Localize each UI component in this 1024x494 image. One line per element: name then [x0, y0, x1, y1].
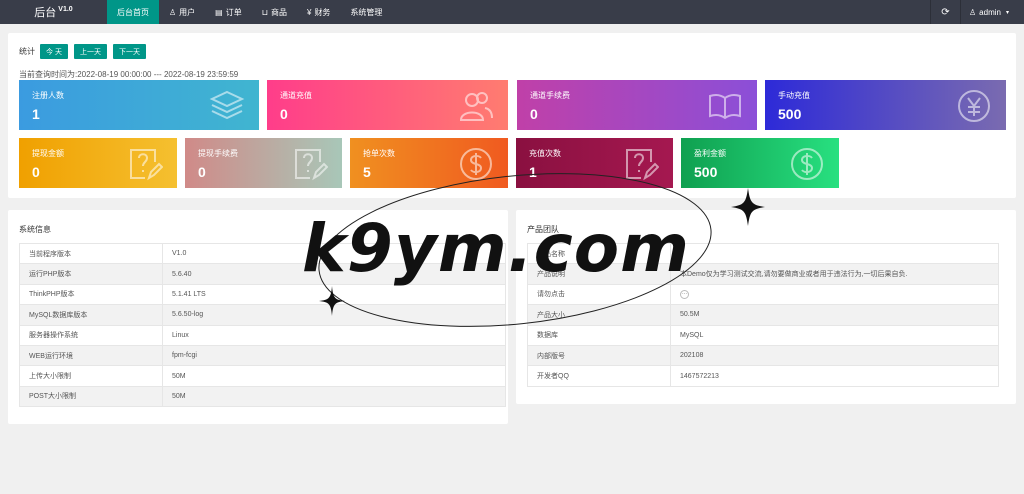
cart-icon: ⊔: [261, 7, 268, 17]
username: admin: [979, 7, 1001, 17]
tile-label: 盈利金额: [694, 149, 726, 158]
layers-icon: [209, 90, 245, 120]
nav-system[interactable]: 系统管理: [340, 0, 392, 24]
nav-users[interactable]: ♙ 用户: [159, 0, 205, 24]
tile-label: 抢单次数: [363, 149, 395, 158]
tile-label: 手动充值: [778, 91, 810, 100]
version-badge: V1.0: [58, 6, 73, 14]
document-icon: ▤: [215, 7, 223, 17]
row-key: WEB运行环境: [19, 344, 163, 367]
row-value: 202108: [670, 344, 999, 367]
nav-products-label: 商品: [270, 7, 287, 17]
tile-label: 充值次数: [529, 149, 561, 158]
watermark-text: k9ym.com: [302, 210, 690, 287]
row-value: 50M: [162, 365, 506, 387]
row-value: Linux: [162, 324, 506, 346]
nav-finance-label: 财务: [314, 7, 331, 17]
users-icon: [459, 92, 493, 121]
dollar-icon: [791, 148, 823, 180]
table-row: WEB运行环境 fpm-fcgi: [19, 344, 506, 367]
row-key: MySQL数据库版本: [19, 304, 163, 326]
row-key: 开发者QQ: [527, 365, 671, 387]
book-icon: [709, 93, 741, 120]
nav-home-label: 后台首页: [117, 7, 149, 17]
row-value: 1467572213: [670, 365, 999, 387]
nav-system-label: 系统管理: [350, 7, 383, 17]
logo-text: 后台: [34, 7, 57, 19]
nav-orders-label: 订单: [225, 7, 242, 17]
row-key: 内部版号: [527, 344, 671, 367]
tile-manual-recharge: 手动充值 500: [765, 80, 1006, 130]
row-key: ThinkPHP版本: [19, 283, 163, 306]
row-key: 当前程序版本: [19, 242, 163, 265]
top-navbar: 后台 V1.0 后台首页 ♙ 用户 ▤ 订单 ⊔ 商品 ¥ 财务 系统管理 ⟳ ♙…: [0, 0, 1024, 24]
chevron-down-icon: ▾: [1005, 9, 1009, 16]
yen-icon: ¥: [306, 7, 312, 17]
tile-value: 500: [778, 106, 802, 122]
nav-orders[interactable]: ▤ 订单: [205, 0, 252, 24]
tile-label: 通道手续费: [530, 91, 570, 100]
tile-label: 提现金额: [32, 149, 64, 158]
next-day-button[interactable]: 下一天: [112, 44, 146, 59]
row-key: 上传大小限制: [19, 365, 163, 387]
refresh-icon: ⟳: [941, 6, 950, 18]
row-key: 运行PHP版本: [19, 263, 163, 285]
row-key: 数据库: [527, 324, 671, 346]
row-value: fpm-fcgi: [162, 344, 506, 367]
user-menu[interactable]: ♙ admin ▾: [960, 0, 1024, 24]
tile-label: 注册人数: [32, 91, 64, 100]
tile-registrations: 注册人数 1: [19, 80, 259, 130]
today-button[interactable]: 今 天: [40, 44, 68, 59]
nav-users-label: 用户: [179, 7, 196, 17]
row-value: 50M: [162, 385, 506, 408]
top-right-tools: ⟳ ♙ admin ▾: [930, 0, 1024, 24]
row-key: POST大小限制: [19, 385, 163, 408]
tile-label: 提现手续费: [198, 149, 238, 158]
user-icon: ♙: [969, 7, 977, 17]
table-row: 开发者QQ 1467572213: [527, 365, 999, 387]
row-value: MySQL: [670, 324, 999, 346]
table-row: 数据库 MySQL: [527, 324, 999, 346]
user-icon: ♙: [169, 7, 177, 17]
nav-products[interactable]: ⊔ 商品: [252, 0, 297, 24]
nav-home[interactable]: 后台首页: [107, 0, 159, 24]
app-logo[interactable]: 后台 V1.0: [0, 4, 107, 20]
tile-withdraw-amount: 提现金额 0: [19, 138, 177, 188]
tile-value: 0: [198, 164, 206, 180]
date-filter: 统计 今 天 上一天 下一天: [19, 44, 152, 59]
tile-value: 1: [32, 106, 40, 122]
question-edit-icon: [130, 149, 163, 181]
query-range-text: 当前查询时间为:2022-08-19 00:00:00 --- 2022-08-…: [19, 70, 239, 79]
tile-value: 0: [280, 106, 288, 122]
refresh-button[interactable]: ⟳: [930, 0, 960, 24]
table-row: 内部版号 202108: [527, 344, 999, 367]
previous-day-button[interactable]: 上一天: [73, 44, 107, 59]
filter-label: 统计: [19, 47, 35, 56]
tile-channel-recharge: 通道充值 0: [267, 80, 508, 130]
nav-finance[interactable]: ¥ 财务: [297, 0, 340, 24]
system-info-title: 系统信息: [19, 225, 51, 234]
tile-value: 0: [530, 106, 538, 122]
table-row: 上传大小限制 50M: [19, 365, 506, 387]
tile-channel-fee: 通道手续费 0: [517, 80, 757, 130]
tile-label: 通道充值: [280, 91, 312, 100]
row-key: 服务器操作系统: [19, 324, 163, 346]
yen-icon: [958, 90, 990, 122]
table-row: 服务器操作系统 Linux: [19, 324, 506, 346]
tile-value: 0: [32, 164, 40, 180]
table-row: POST大小限制 50M: [19, 385, 506, 408]
